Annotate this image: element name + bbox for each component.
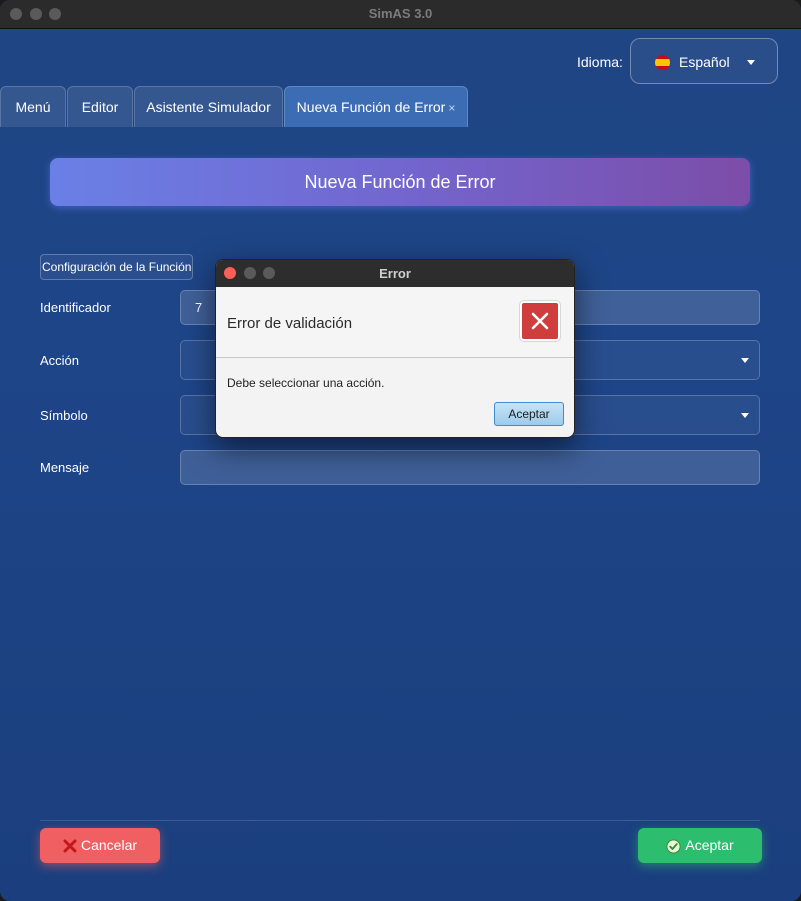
language-label: Idioma: (577, 54, 623, 70)
mensaje-label: Mensaje (40, 460, 90, 475)
cancel-label: Cancelar (80, 837, 138, 853)
identificador-label: Identificador (40, 300, 111, 315)
tab-label: Editor (81, 99, 119, 115)
footer-divider (40, 820, 760, 821)
dialog-titlebar: Error (216, 260, 574, 287)
cancel-button[interactable]: Cancelar (40, 828, 160, 863)
chevron-down-icon (741, 413, 749, 418)
dialog-header: Error de validación (216, 287, 574, 358)
chevron-down-icon (747, 60, 755, 65)
tab-bar: Menú Editor Asistente Simulador Nueva Fu… (0, 86, 801, 128)
tab-asistente-simulador[interactable]: Asistente Simulador (134, 86, 283, 127)
mensaje-field[interactable] (180, 450, 760, 485)
error-dialog: Error Error de validación Debe seleccion… (215, 259, 575, 438)
tab-label: Menú (15, 99, 51, 115)
spain-flag-icon (655, 55, 670, 70)
language-select[interactable]: Español (630, 38, 778, 84)
window-titlebar: SimAS 3.0 (0, 0, 801, 29)
tab-label: Nueva Función de Error (296, 99, 446, 115)
dialog-message: Debe seleccionar una acción. (227, 376, 385, 390)
dialog-title: Error (379, 266, 411, 281)
tab-editor[interactable]: Editor (67, 86, 133, 127)
accion-label: Acción (40, 353, 80, 368)
check-circle-icon (666, 839, 681, 854)
page-title-banner: Nueva Función de Error (50, 158, 750, 206)
close-tab-icon[interactable]: × (448, 101, 455, 115)
close-icon (63, 839, 77, 853)
tab-menu[interactable]: Menú (0, 86, 66, 127)
language-selected: Español (679, 54, 730, 70)
section-config-button[interactable]: Configuración de la Función (40, 254, 193, 280)
tab-label: Asistente Simulador (146, 99, 271, 115)
identificador-value: 7 (195, 300, 203, 315)
accept-button[interactable]: Aceptar (638, 828, 762, 863)
dialog-header-text: Error de validación (227, 315, 353, 332)
window-title: SimAS 3.0 (368, 6, 433, 21)
chevron-down-icon (741, 358, 749, 363)
tab-nueva-funcion-error[interactable]: Nueva Función de Error × (284, 86, 468, 127)
accept-label: Aceptar (685, 837, 734, 853)
simbolo-label: Símbolo (40, 408, 88, 423)
dialog-accept-button[interactable]: Aceptar (494, 402, 564, 426)
app-window: SimAS 3.0 Idioma: Español Menú Editor As… (0, 0, 801, 901)
error-icon (520, 301, 560, 341)
